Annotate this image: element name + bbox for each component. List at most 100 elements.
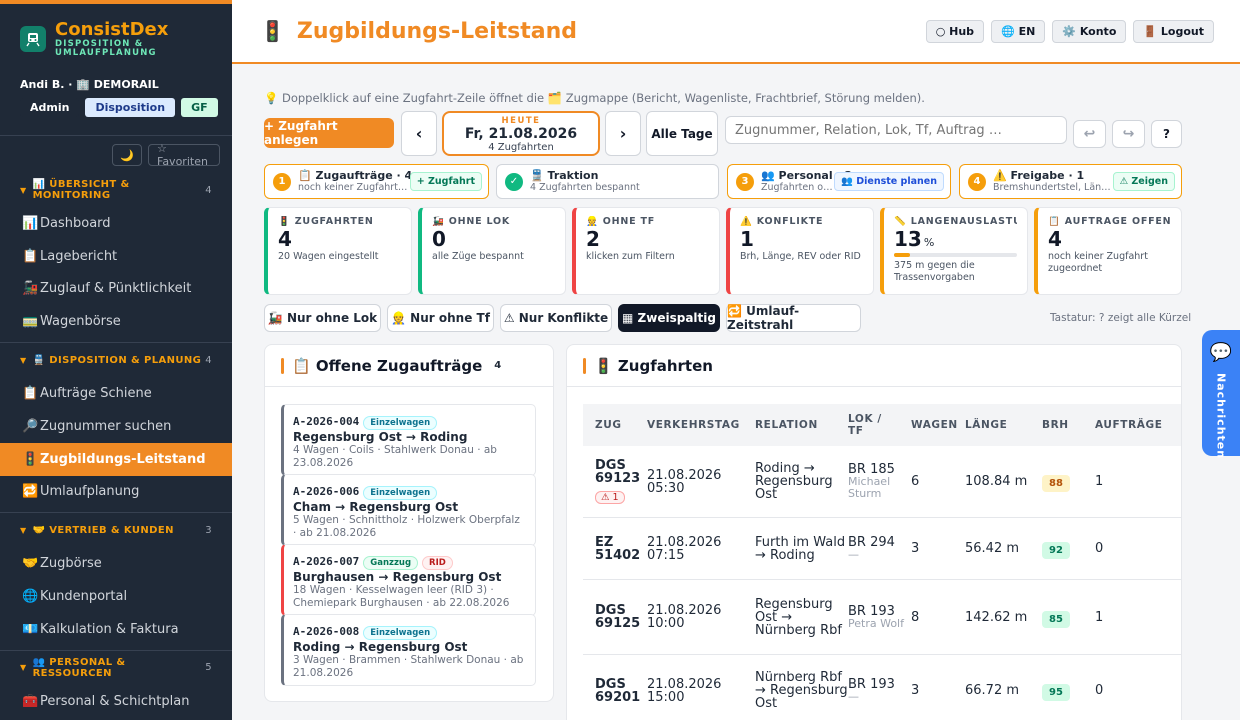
kpi-konflikte[interactable]: ⚠️ KONFLIKTE 1 Brh, Länge, REV oder RID <box>726 207 874 295</box>
step-personal[interactable]: 3 👥 Personal · 2 Zugfahrten ohne Tf 👥 Di… <box>727 164 951 199</box>
order-card[interactable]: A-2026-008 Einzelwagen Roding → Regensbur… <box>281 614 536 686</box>
filter-no-driver-button[interactable]: 👷 Nur ohne Tf <box>387 304 494 332</box>
step-freigabe[interactable]: 4 ⚠️ Freigabe · 1 Bremshundertstel, Läng… <box>959 164 1182 199</box>
nav-item-label: Zuglauf & Pünktlichkeit <box>40 281 192 297</box>
sidebar-item[interactable]: 🚂 Zuglauf & Pünktlichkeit <box>0 273 232 306</box>
nav-item-icon: 🚃 <box>22 314 39 330</box>
sidebar-item[interactable]: 🤝 Zugbörse <box>0 547 232 580</box>
column-header[interactable]: ZUG <box>583 419 647 431</box>
add-trip-step-button[interactable]: + Zugfahrt <box>409 172 482 191</box>
step-subtitle: Bremshundertstel, Länge … <box>993 182 1111 193</box>
column-header[interactable]: WAGEN <box>911 419 965 431</box>
order-id: A-2026-006 <box>293 485 360 498</box>
order-count: 0 <box>1095 683 1104 698</box>
sidebar-item[interactable]: 💶 Kalkulation & Faktura <box>0 613 232 646</box>
messages-label: Nachrichten <box>1214 373 1228 460</box>
traffic-day: 21.08.2026 05:30 <box>647 467 722 496</box>
redo-button[interactable]: ↪ <box>1112 120 1145 148</box>
sidebar-item[interactable]: 🌐 Kundenportal <box>0 580 232 613</box>
step-traktion[interactable]: ✓ 🚆 Traktion 4 Zugfahrten bespannt <box>496 164 719 199</box>
filter-no-loco-button[interactable]: 🚂 Nur ohne Lok <box>264 304 381 332</box>
order-tag: Einzelwagen <box>363 626 438 640</box>
column-header[interactable]: VERKEHRSTAG <box>647 419 755 431</box>
current-date: Fr, 21.08.2026 <box>464 126 578 142</box>
kpi-auftraege-offen[interactable]: 📋 AUFTRÄGE OFFEN 4 noch keiner Zugfahrt … <box>1034 207 1182 295</box>
create-trip-button[interactable]: + Zugfahrt anlegen <box>264 118 394 148</box>
order-tag: Einzelwagen <box>363 486 438 500</box>
filter-conflicts-button[interactable]: ⚠ Nur Konflikte <box>500 304 612 332</box>
undo-button[interactable]: ↩ <box>1073 120 1106 148</box>
prev-day-button[interactable]: ‹ <box>401 111 437 156</box>
table-row[interactable]: DGS 69125 21.08.2026 10:00 Regensburg Ost … <box>583 580 1181 655</box>
table-row[interactable]: DGS 69201 21.08.2026 15:00 Nürnberg Rbf → … <box>583 655 1181 720</box>
panel-title: 🚦 Zugfahrten <box>594 356 713 375</box>
brake-percentage-badge: 88 <box>1042 475 1070 492</box>
search-input[interactable] <box>725 116 1067 144</box>
step-zugauftraege[interactable]: 1 📋 Zugaufträge · 4 noch keiner Zugfahrt… <box>264 164 489 199</box>
conflict-badge[interactable]: ⚠ 1 <box>595 491 625 504</box>
role-chip-disposition[interactable]: Disposition <box>85 98 176 117</box>
sidebar-item[interactable]: 🔁 Umlaufplanung <box>0 476 232 509</box>
sidebar-section-header[interactable]: ▼ 📊 ÜBERSICHT & MONITORING 4 <box>0 179 232 201</box>
role-chip-admin[interactable]: Admin <box>20 98 80 117</box>
column-header[interactable]: AUFTRÄGE <box>1095 419 1162 431</box>
sidebar-section-header[interactable]: ▼ 👥 PERSONAL & RESSOURCEN 5 <box>0 657 232 679</box>
show-conflicts-button[interactable]: ⚠ Zeigen <box>1112 172 1175 191</box>
sidebar-item[interactable]: 🔎 Zugnummer suchen <box>0 410 232 443</box>
driver: — <box>848 690 859 703</box>
kpi-zugfahrten[interactable]: 🚦 ZUGFAHRTEN 4 20 Wagen eingestellt <box>264 207 412 295</box>
kpi-laengenauslastung[interactable]: 📏 LÄNGENAUSLASTUNG 13% 375 m gegen die T… <box>880 207 1028 295</box>
kpi-ohne-tf[interactable]: 👷 OHNE TF 2 klicken zum Filtern <box>572 207 720 295</box>
sidebar-section-divider <box>0 512 232 514</box>
kpi-subtitle: klicken zum Filtern <box>586 251 675 262</box>
sidebar-section-header[interactable]: ▼ 🤝 VERTRIEB & KUNDEN 3 <box>0 520 232 540</box>
logout-button[interactable]: 🚪 Logout <box>1133 19 1214 43</box>
order-card[interactable]: A-2026-004 Einzelwagen Regensburg Ost → R… <box>281 404 536 476</box>
caret-down-icon: ▼ <box>20 525 27 535</box>
column-header[interactable]: LOK / TF <box>848 413 898 437</box>
column-header[interactable]: BRH <box>1042 419 1095 431</box>
order-card[interactable]: A-2026-007 Ganzzug RID Burghausen → Regens… <box>281 544 536 616</box>
train-length: 142.62 m <box>965 609 1028 625</box>
theme-toggle-button[interactable]: 🌙 <box>112 144 142 166</box>
column-header[interactable]: LÄNGE <box>965 419 1042 431</box>
sidebar-item[interactable]: 📊 Dashboard <box>0 207 232 240</box>
length-progress-fill <box>894 253 910 257</box>
language-button[interactable]: 🌐 EN <box>991 19 1046 43</box>
sidebar-section-header[interactable]: ▼ 🚆 DISPOSITION & PLANUNG 4 <box>0 350 232 370</box>
table-row[interactable]: DGS 69123 ⚠ 1 21.08.2026 05:30 Roding → Reg… <box>583 446 1181 518</box>
brand[interactable]: ConsistDex DISPOSITION & UMLAUFPLANUNG <box>0 4 232 58</box>
order-tag: Ganzzug <box>363 556 419 570</box>
order-card[interactable]: A-2026-006 Einzelwagen Cham → Regensburg … <box>281 474 536 546</box>
order-id: A-2026-007 <box>293 555 360 568</box>
trips-panel: 🚦 Zugfahrten ZUG VERKEHRSTAG RELATION LO… <box>566 344 1182 720</box>
help-button[interactable]: ? <box>1151 120 1182 148</box>
column-header[interactable]: RELATION <box>755 419 848 431</box>
kpi-subtitle: 20 Wagen eingestellt <box>278 251 379 262</box>
role-chip-gf[interactable]: GF <box>181 98 218 117</box>
messages-tab[interactable]: 💬 Nachrichten <box>1202 330 1240 460</box>
all-days-button[interactable]: Alle Tage <box>646 111 718 156</box>
table-row[interactable]: EZ 51402 21.08.2026 07:15 Furth im Wald → … <box>583 518 1181 580</box>
two-column-toggle[interactable]: ▦ Zweispaltig <box>618 304 720 332</box>
nav-item-icon: 📋 <box>22 248 39 264</box>
date-display[interactable]: HEUTE Fr, 21.08.2026 4 Zugfahrten <box>442 111 600 156</box>
sidebar-item[interactable]: 📋 Aufträge Schiene <box>0 377 232 410</box>
hint-text: 💡 Doppelklick auf eine Zugfahrt-Zeile öf… <box>264 91 925 105</box>
sidebar-item[interactable]: 📋 Lagebericht <box>0 240 232 273</box>
sidebar-item[interactable]: 🚃 Wagenbörse <box>0 305 232 338</box>
wagon-count: 8 <box>911 609 920 625</box>
sidebar-item[interactable]: 🧰 Personal & Schichtplan <box>0 685 232 718</box>
favorites-button[interactable]: ☆ Favoriten <box>148 142 220 168</box>
kpi-value: 2 <box>586 227 600 251</box>
hub-button[interactable]: ○ Hub <box>925 19 985 43</box>
sidebar-item[interactable]: 🚦 Zugbildungs-Leitstand <box>0 442 232 476</box>
step-number: 3 <box>736 172 754 191</box>
next-day-button[interactable]: › <box>605 111 641 156</box>
plan-shifts-button[interactable]: 👥 Dienste planen <box>834 172 944 191</box>
cycle-timeline-button[interactable]: 🔁 Umlauf-Zeitstrahl <box>726 304 861 332</box>
kpi-subtitle: alle Züge bespannt <box>432 251 524 262</box>
kpi-label: 🚦 ZUGFAHRTEN <box>278 216 374 227</box>
kpi-ohne-lok[interactable]: 🚂 OHNE LOK 0 alle Züge bespannt <box>418 207 566 295</box>
account-button[interactable]: ⚙️ Konto <box>1052 19 1127 43</box>
